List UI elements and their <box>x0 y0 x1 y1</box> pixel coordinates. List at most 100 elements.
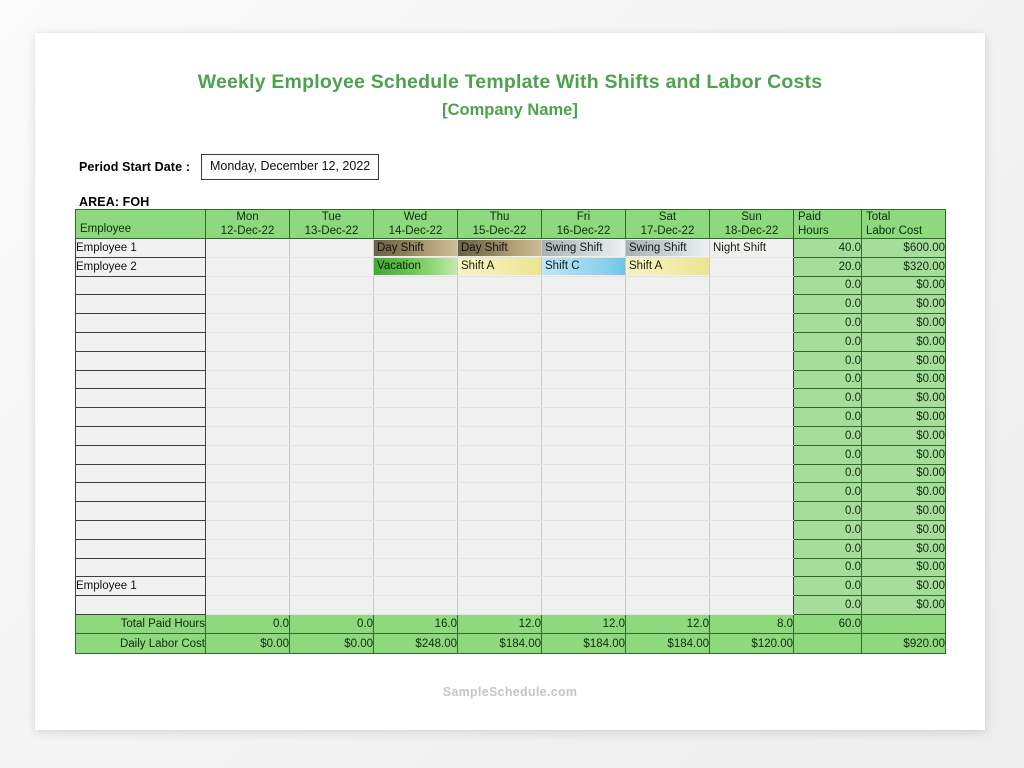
shift-cell[interactable] <box>709 313 794 333</box>
shift-cell[interactable]: Shift C <box>541 257 626 277</box>
shift-cell[interactable] <box>373 276 458 296</box>
shift-cell[interactable] <box>373 313 458 333</box>
employee-name-cell[interactable] <box>75 501 206 521</box>
shift-cell[interactable] <box>205 370 290 390</box>
shift-cell[interactable] <box>205 426 290 446</box>
shift-cell[interactable] <box>457 558 542 578</box>
shift-cell[interactable]: Swing Shift <box>541 238 626 258</box>
shift-cell[interactable] <box>709 520 794 540</box>
shift-cell[interactable] <box>709 464 794 484</box>
shift-cell[interactable] <box>541 351 626 371</box>
shift-cell[interactable] <box>205 388 290 409</box>
employee-name-cell[interactable] <box>75 350 206 371</box>
shift-cell[interactable] <box>625 332 710 352</box>
shift-cell[interactable] <box>289 294 374 315</box>
employee-name-cell[interactable]: Employee 1 <box>75 576 206 597</box>
shift-cell[interactable] <box>373 407 458 427</box>
shift-cell[interactable] <box>205 238 290 258</box>
shift-cell[interactable] <box>541 595 626 615</box>
shift-cell[interactable] <box>373 332 458 352</box>
shift-cell[interactable] <box>541 576 626 597</box>
shift-cell[interactable] <box>541 520 626 540</box>
shift-cell[interactable] <box>541 558 626 578</box>
shift-cell[interactable] <box>541 294 626 315</box>
shift-cell[interactable] <box>205 351 290 371</box>
shift-cell[interactable] <box>625 539 710 559</box>
shift-cell[interactable] <box>373 520 458 540</box>
shift-cell[interactable] <box>709 407 794 427</box>
shift-cell[interactable] <box>457 426 542 446</box>
shift-cell[interactable] <box>373 539 458 559</box>
shift-cell[interactable] <box>373 388 458 409</box>
employee-name-cell[interactable] <box>75 557 206 578</box>
shift-cell[interactable] <box>289 558 374 578</box>
employee-name-cell[interactable] <box>75 388 206 409</box>
shift-cell[interactable]: Vacation <box>373 257 458 277</box>
shift-cell[interactable] <box>289 388 374 409</box>
shift-cell[interactable] <box>373 558 458 578</box>
shift-cell[interactable] <box>205 539 290 559</box>
shift-cell[interactable] <box>373 294 458 315</box>
shift-cell[interactable] <box>457 370 542 390</box>
shift-cell[interactable] <box>457 464 542 484</box>
shift-cell[interactable] <box>625 464 710 484</box>
shift-cell[interactable] <box>457 539 542 559</box>
shift-cell[interactable] <box>709 426 794 446</box>
shift-cell[interactable] <box>709 445 794 465</box>
employee-name-cell[interactable]: Employee 1 <box>75 238 206 258</box>
period-start-date-field[interactable]: Monday, December 12, 2022 <box>200 154 380 180</box>
employee-name-cell[interactable] <box>75 425 206 446</box>
shift-cell[interactable] <box>625 426 710 446</box>
shift-cell[interactable] <box>541 407 626 427</box>
shift-cell[interactable] <box>709 558 794 578</box>
employee-name-cell[interactable] <box>75 519 206 540</box>
shift-cell[interactable] <box>457 276 542 296</box>
shift-cell[interactable] <box>289 576 374 597</box>
shift-cell[interactable] <box>625 276 710 296</box>
shift-cell[interactable] <box>289 445 374 465</box>
shift-cell[interactable] <box>205 445 290 465</box>
shift-cell[interactable] <box>625 370 710 390</box>
shift-cell[interactable] <box>205 313 290 333</box>
shift-cell[interactable] <box>373 595 458 615</box>
shift-cell[interactable] <box>373 482 458 503</box>
shift-cell[interactable] <box>457 501 542 521</box>
shift-cell[interactable] <box>709 294 794 315</box>
shift-cell[interactable] <box>625 351 710 371</box>
shift-cell[interactable] <box>457 576 542 597</box>
shift-cell[interactable] <box>457 294 542 315</box>
shift-cell[interactable] <box>625 576 710 597</box>
shift-cell[interactable] <box>205 482 290 503</box>
shift-cell[interactable]: Shift A <box>457 257 542 277</box>
shift-cell[interactable] <box>289 276 374 296</box>
shift-cell[interactable] <box>541 388 626 409</box>
shift-cell[interactable] <box>625 482 710 503</box>
shift-cell[interactable] <box>373 370 458 390</box>
shift-cell[interactable] <box>541 313 626 333</box>
shift-cell[interactable] <box>289 595 374 615</box>
shift-cell[interactable] <box>289 482 374 503</box>
shift-cell[interactable] <box>625 313 710 333</box>
shift-cell[interactable]: Swing Shift <box>625 238 710 258</box>
shift-cell[interactable] <box>625 388 710 409</box>
employee-name-cell[interactable] <box>75 369 206 390</box>
shift-cell[interactable] <box>205 276 290 296</box>
employee-name-cell[interactable] <box>75 444 206 465</box>
shift-cell[interactable] <box>541 276 626 296</box>
shift-cell[interactable] <box>709 482 794 503</box>
shift-cell[interactable] <box>457 351 542 371</box>
employee-name-cell[interactable] <box>75 331 206 352</box>
employee-name-cell[interactable]: Employee 2 <box>75 256 206 277</box>
shift-cell[interactable] <box>457 332 542 352</box>
shift-cell[interactable] <box>289 520 374 540</box>
shift-cell[interactable] <box>709 370 794 390</box>
shift-cell[interactable] <box>289 332 374 352</box>
shift-cell[interactable] <box>709 351 794 371</box>
shift-cell[interactable] <box>289 501 374 521</box>
shift-cell[interactable] <box>373 426 458 446</box>
shift-cell[interactable] <box>205 407 290 427</box>
employee-name-cell[interactable] <box>75 595 206 615</box>
shift-cell[interactable] <box>289 426 374 446</box>
employee-name-cell[interactable] <box>75 275 206 296</box>
shift-cell[interactable] <box>541 426 626 446</box>
